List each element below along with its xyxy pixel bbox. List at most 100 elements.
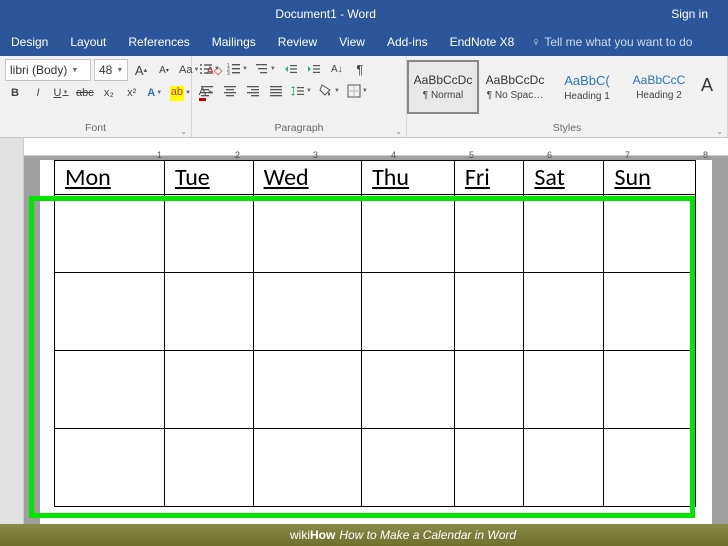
calendar-cell[interactable]: [524, 195, 604, 273]
calendar-cell[interactable]: [524, 429, 604, 507]
calendar-day-header[interactable]: Wed: [253, 161, 362, 195]
decrease-indent-button[interactable]: [281, 59, 301, 79]
calendar-cell[interactable]: [454, 273, 524, 351]
show-hide-button[interactable]: ¶: [350, 59, 370, 79]
calendar-cell[interactable]: [524, 351, 604, 429]
tab-references[interactable]: References: [117, 28, 200, 56]
style-heading-2[interactable]: AaBbCcC Heading 2: [623, 60, 695, 114]
bullets-button[interactable]: ▼: [197, 59, 222, 79]
font-name-value: libri (Body): [10, 63, 67, 77]
style-name: ¶ Normal: [423, 90, 463, 101]
sort-button[interactable]: A↓: [327, 59, 347, 79]
grow-font-button[interactable]: A▴: [131, 60, 151, 80]
ruler-number: 6: [547, 150, 552, 160]
calendar-row: [55, 195, 696, 273]
calendar-table[interactable]: MonTueWedThuFriSatSun: [54, 160, 696, 507]
ribbon-tabs: Design Layout References Mailings Review…: [0, 28, 728, 56]
calendar-cell[interactable]: [253, 195, 362, 273]
calendar-cell[interactable]: [362, 195, 455, 273]
style-no-spacing[interactable]: AaBbCcDc ¶ No Spac…: [479, 60, 551, 114]
lightbulb-icon: ♀: [531, 35, 540, 49]
superscript-button[interactable]: x²: [122, 83, 142, 103]
line-spacing-button[interactable]: ▼: [289, 81, 314, 101]
calendar-cell[interactable]: [524, 273, 604, 351]
font-size-value: 48: [99, 63, 112, 77]
increase-indent-button[interactable]: [304, 59, 324, 79]
calendar-row: [55, 273, 696, 351]
ruler-number: 3: [313, 150, 318, 160]
calendar-cell[interactable]: [253, 351, 362, 429]
align-left-button[interactable]: [197, 81, 217, 101]
calendar-cell[interactable]: [604, 351, 696, 429]
calendar-cell[interactable]: [164, 429, 253, 507]
highlight-button[interactable]: ab▼: [168, 83, 193, 103]
attribution-footer: wikiHow How to Make a Calendar in Word: [0, 524, 728, 546]
tab-addins[interactable]: Add-ins: [376, 28, 439, 56]
calendar-cell[interactable]: [164, 195, 253, 273]
tab-review[interactable]: Review: [267, 28, 328, 56]
style-sample: AaBbCcDc: [486, 73, 545, 87]
calendar-cell[interactable]: [55, 195, 165, 273]
underline-button[interactable]: U▼: [51, 83, 71, 103]
calendar-cell[interactable]: [604, 195, 696, 273]
page[interactable]: MonTueWedThuFriSatSun: [40, 160, 712, 524]
calendar-cell[interactable]: [55, 351, 165, 429]
calendar-day-header[interactable]: Fri: [454, 161, 524, 195]
calendar-cell[interactable]: [454, 429, 524, 507]
calendar-cell[interactable]: [253, 429, 362, 507]
style-title[interactable]: A: [695, 60, 719, 114]
sign-in-link[interactable]: Sign in: [651, 7, 728, 21]
calendar-day-header[interactable]: Thu: [362, 161, 455, 195]
calendar-cell[interactable]: [454, 351, 524, 429]
style-name: Heading 2: [636, 90, 682, 101]
style-normal[interactable]: AaBbCcDc ¶ Normal: [407, 60, 479, 114]
calendar-cell[interactable]: [55, 429, 165, 507]
paragraph-group-label[interactable]: Paragraph: [192, 122, 406, 137]
bold-button[interactable]: B: [5, 83, 25, 103]
calendar-day-header[interactable]: Sun: [604, 161, 696, 195]
justify-button[interactable]: [266, 81, 286, 101]
calendar-row: [55, 351, 696, 429]
align-right-button[interactable]: [243, 81, 263, 101]
italic-button[interactable]: I: [28, 83, 48, 103]
calendar-row: [55, 429, 696, 507]
calendar-cell[interactable]: [454, 195, 524, 273]
calendar-cell[interactable]: [253, 273, 362, 351]
calendar-cell[interactable]: [55, 273, 165, 351]
calendar-cell[interactable]: [164, 351, 253, 429]
style-heading-1[interactable]: AaBbC( Heading 1: [551, 60, 623, 114]
tab-mailings[interactable]: Mailings: [201, 28, 267, 56]
numbering-button[interactable]: 123▼: [225, 59, 250, 79]
ruler-number: 4: [391, 150, 396, 160]
styles-group-label[interactable]: Styles: [407, 122, 727, 137]
font-size-combo[interactable]: 48▼: [94, 59, 128, 81]
calendar-cell[interactable]: [164, 273, 253, 351]
tell-me-search[interactable]: ♀ Tell me what you want to do: [525, 28, 698, 56]
calendar-cell[interactable]: [362, 351, 455, 429]
font-group-label[interactable]: Font: [0, 122, 191, 137]
multilevel-list-button[interactable]: ▼: [253, 59, 278, 79]
text-effects-button[interactable]: A▼: [145, 83, 165, 103]
strikethrough-button[interactable]: abc: [74, 83, 96, 103]
subscript-button[interactable]: x₂: [99, 83, 119, 103]
document-workspace: MonTueWedThuFriSatSun: [0, 156, 728, 524]
calendar-day-header[interactable]: Tue: [164, 161, 253, 195]
calendar-cell[interactable]: [362, 273, 455, 351]
tab-design[interactable]: Design: [0, 28, 59, 56]
align-center-button[interactable]: [220, 81, 240, 101]
font-name-combo[interactable]: libri (Body)▼: [5, 59, 91, 81]
calendar-cell[interactable]: [604, 273, 696, 351]
ruler-number: 5: [469, 150, 474, 160]
calendar-day-header[interactable]: Mon: [55, 161, 165, 195]
tab-layout[interactable]: Layout: [59, 28, 117, 56]
tab-endnote[interactable]: EndNote X8: [439, 28, 526, 56]
vertical-ruler[interactable]: [0, 156, 24, 524]
borders-button[interactable]: ▼: [345, 81, 370, 101]
calendar-cell[interactable]: [362, 429, 455, 507]
calendar-day-header[interactable]: Sat: [524, 161, 604, 195]
calendar-cell[interactable]: [604, 429, 696, 507]
shrink-font-button[interactable]: A▾: [154, 60, 174, 80]
font-group: libri (Body)▼ 48▼ A▴ A▾ Aa▼ A◇ B I U▼ ab…: [0, 56, 192, 137]
shading-button[interactable]: ▼: [317, 81, 342, 101]
tab-view[interactable]: View: [328, 28, 376, 56]
